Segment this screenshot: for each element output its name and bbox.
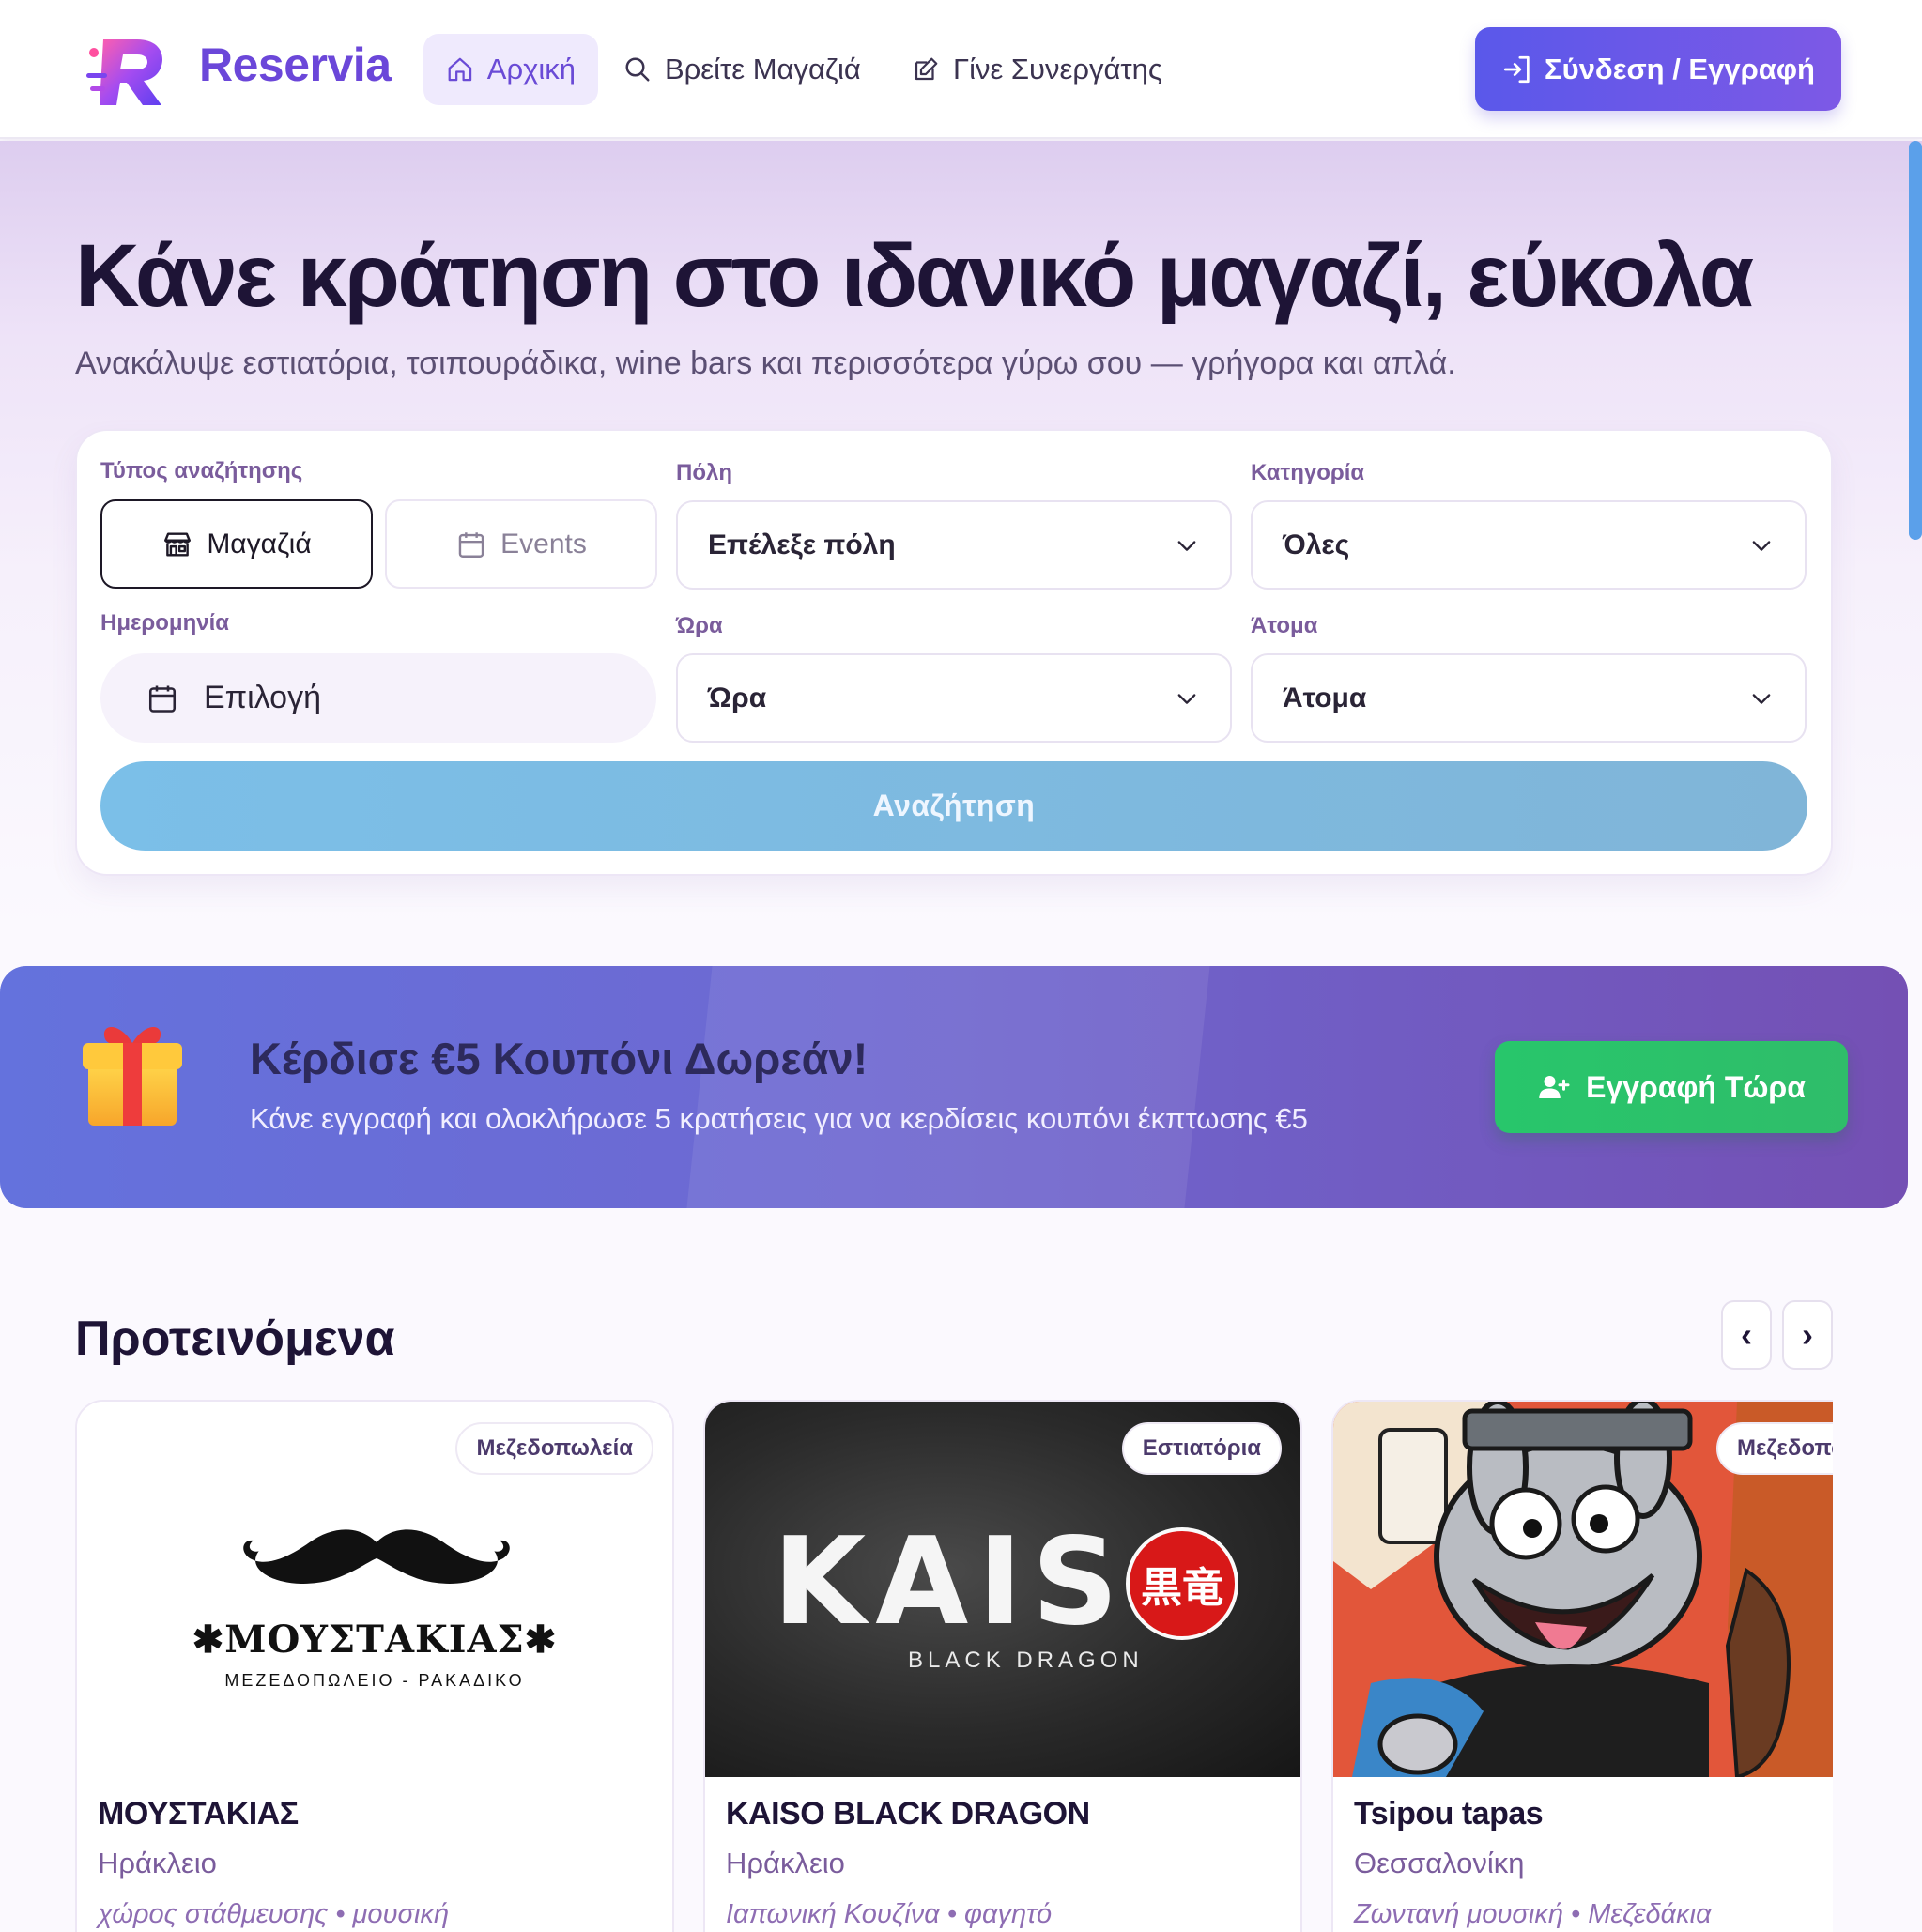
mustache-logo-title: ✱ΜΟΥΣΤΑΚΙΑΣ✱	[192, 1618, 558, 1662]
date-label: Ημερομηνία	[100, 610, 230, 636]
hero-title: Κάνε κράτηση στο ιδανικό μαγαζί, εύκολα	[75, 226, 1754, 326]
kaiso-logo-kanji: 黒竜	[1141, 1564, 1223, 1612]
venue-name: ΜΟΥΣΤΑΚΙΑΣ	[98, 1796, 299, 1832]
search-type-stores-label: Μαγαζιά	[207, 528, 312, 560]
city-label: Πόλη	[676, 460, 732, 485]
category-badge: Μεζεδοπωλεία	[455, 1422, 653, 1475]
nav-item-home[interactable]: Αρχική	[423, 34, 598, 105]
chevron-down-icon	[1752, 693, 1771, 704]
search-button[interactable]: Αναζήτηση	[100, 761, 1807, 851]
kaiso-logo-subtitle: BLACK DRAGON	[908, 1648, 1144, 1673]
people-label: Άτομα	[1251, 613, 1318, 638]
venue-tags: Ζωντανή μουσική • Μεζεδάκια	[1354, 1899, 1712, 1929]
store-icon	[164, 531, 192, 557]
people-select[interactable]: Άτομα	[1251, 653, 1807, 743]
carousel-next-button[interactable]: ›	[1782, 1300, 1833, 1370]
promo-subtitle: Κάνε εγγραφή και ολοκλήρωσε 5 κρατήσεις …	[250, 1102, 1308, 1135]
search-type-events-label: Events	[500, 528, 587, 560]
reservia-logo[interactable]	[83, 32, 173, 111]
category-badge: Εστιατόρια	[1121, 1422, 1282, 1475]
venue-city: Θεσσαλονίκη	[1354, 1847, 1525, 1879]
city-select[interactable]: Επέλεξε πόλη	[676, 500, 1232, 590]
time-label: Ώρα	[676, 613, 723, 638]
venue-city: Ηράκλειο	[98, 1847, 217, 1879]
category-badge: Μεζεδοπωλεία	[1716, 1422, 1833, 1475]
promo-title: Κέρδισε €5 Κουπόνι Δωρεάν!	[250, 1034, 869, 1083]
date-picker-value: Επιλογή	[204, 680, 321, 715]
recommended-section-title: Προτεινόμενα	[75, 1311, 395, 1366]
login-icon	[1503, 55, 1530, 83]
venue-name: Tsipou tapas	[1354, 1796, 1544, 1832]
venue-name: KAISO BLACK DRAGON	[726, 1796, 1090, 1832]
date-picker-field[interactable]: Επιλογή	[100, 653, 656, 743]
recommended-carousel: ✱ΜΟΥΣΤΑΚΙΑΣ✱ ΜΕΖΕΔΟΠΩΛΕΙΟ - ΡΑΚΑΔΙΚΟ Μεζ…	[75, 1399, 1833, 1932]
category-select[interactable]: Όλες	[1251, 500, 1807, 590]
top-navbar: Reservia Αρχική Βρείτε Μαγαζιά Γίνε Συνε…	[0, 0, 1922, 139]
city-select-value: Επέλεξε πόλη	[708, 529, 896, 560]
nav-item-label: Βρείτε Μαγαζιά	[665, 53, 861, 85]
promo-decoration	[686, 966, 1210, 1208]
home-icon	[448, 57, 472, 82]
page-scrollbar[interactable]	[1909, 141, 1922, 540]
venue-card[interactable]: ✱ΜΟΥΣΤΑΚΙΑΣ✱ ΜΕΖΕΔΟΠΩΛΕΙΟ - ΡΑΚΑΔΙΚΟ Μεζ…	[75, 1400, 674, 1932]
venue-tags: Ιαπωνική Κουζίνα • φαγητό	[726, 1899, 1053, 1929]
login-register-button[interactable]: Σύνδεση / Εγγραφή	[1475, 27, 1841, 111]
nav-item-label: Γίνε Συνεργάτης	[953, 53, 1162, 85]
venue-city: Ηράκλειο	[726, 1847, 845, 1879]
nav-item-label: Αρχική	[486, 53, 576, 85]
time-select-value: Ώρα	[708, 682, 767, 713]
chevron-down-icon	[1752, 540, 1771, 551]
search-icon	[625, 57, 650, 82]
register-now-label: Εγγραφή Τώρα	[1586, 1069, 1806, 1104]
kaiso-logo-emblem: 黒竜	[1126, 1527, 1238, 1640]
edit-icon	[915, 57, 938, 81]
calendar-icon	[148, 685, 177, 713]
chevron-down-icon	[1177, 693, 1196, 704]
mustache-logo-icon	[243, 1529, 510, 1584]
gift-icon	[83, 1027, 182, 1126]
category-label: Κατηγορία	[1251, 460, 1365, 485]
chevron-down-icon	[1177, 540, 1196, 551]
mustache-logo-subtitle: ΜΕΖΕΔΟΠΩΛΕΙΟ - ΡΑΚΑΔΙΚΟ	[224, 1671, 525, 1690]
venue-card[interactable]: KAIS 黒竜 BLACK DRAGON Εστιατόρια KAISO BL…	[703, 1400, 1302, 1932]
kaiso-logo-title: KAIS	[773, 1512, 1129, 1652]
nav-item-become-partner[interactable]: Γίνε Συνεργάτης	[889, 34, 1185, 105]
calendar-icon	[458, 531, 484, 558]
login-register-label: Σύνδεση / Εγγραφή	[1545, 52, 1815, 85]
people-select-value: Άτομα	[1283, 682, 1367, 713]
nav-item-find-stores[interactable]: Βρείτε Μαγαζιά	[601, 34, 884, 105]
register-now-button[interactable]: Εγγραφή Τώρα	[1495, 1041, 1848, 1133]
venue-tags: χώρος στάθμευσης • μουσική	[98, 1899, 450, 1929]
venue-card[interactable]: Μεζεδοπωλεία Tsipou tapas Θεσσαλονίκη Ζω…	[1331, 1400, 1833, 1932]
hero-subtitle: Ανακάλυψε εστιατόρια, τσιπουράδικα, wine…	[75, 345, 1456, 381]
user-plus-icon	[1539, 1076, 1570, 1098]
search-type-label: Τύπος αναζήτησης	[100, 458, 303, 483]
search-type-stores[interactable]: Μαγαζιά	[100, 499, 373, 589]
category-select-value: Όλες	[1283, 529, 1350, 560]
search-type-events[interactable]: Events	[385, 499, 657, 589]
time-select[interactable]: Ώρα	[676, 653, 1232, 743]
brand-name[interactable]: Reservia	[199, 38, 392, 92]
carousel-prev-button[interactable]: ‹	[1721, 1300, 1772, 1370]
